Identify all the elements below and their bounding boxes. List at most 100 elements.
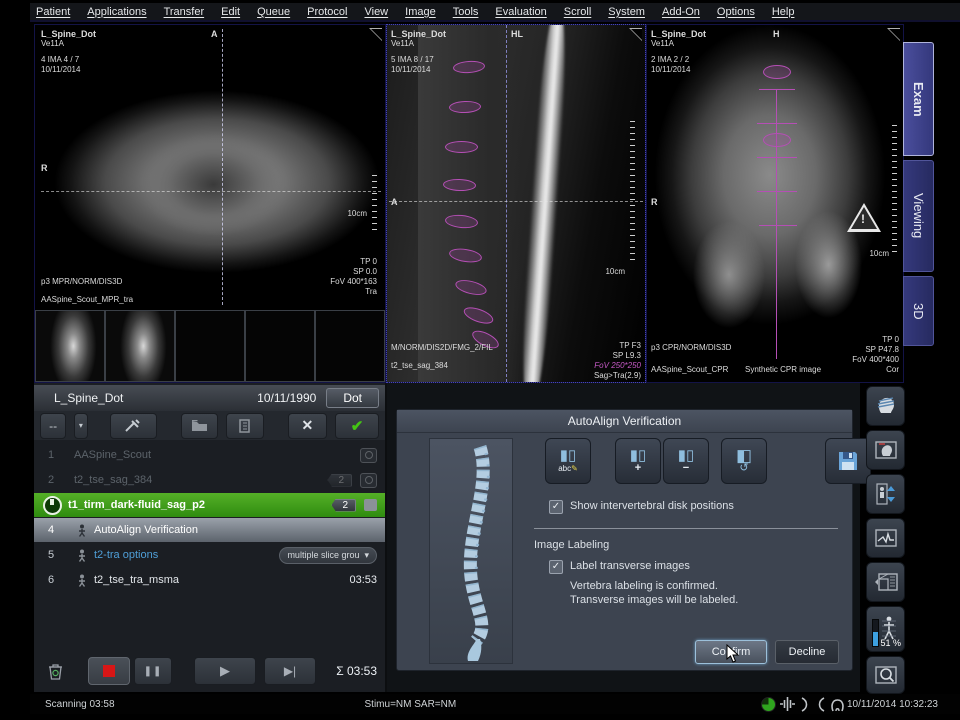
menu-bar: Patient Applications Transfer Edit Queue…: [30, 3, 960, 22]
tab-exam[interactable]: Exam: [903, 42, 934, 156]
reference-line-vertical[interactable]: [506, 25, 507, 382]
play-button[interactable]: ▶: [194, 657, 256, 685]
apply-button[interactable]: ✔: [335, 413, 379, 439]
tp-text: TP 0: [360, 257, 377, 267]
remove-vertebra-button[interactable]: ▮▯ −: [663, 438, 709, 484]
contrast-injection-button[interactable]: [110, 413, 157, 439]
trash-button[interactable]: [42, 663, 68, 680]
menu-tools[interactable]: Tools: [453, 6, 479, 18]
cancel-button[interactable]: ✕: [288, 413, 327, 439]
scale-ruler: [372, 175, 377, 235]
table-position-button[interactable]: [866, 474, 905, 514]
crosshair-vertical[interactable]: [222, 29, 223, 305]
gradient-pulse-icon: [780, 697, 795, 711]
protocol-row-5[interactable]: 5 t2-tra options multiple slice grou ▾: [34, 543, 385, 567]
menu-edit[interactable]: Edit: [221, 6, 240, 18]
label-transverse-checkbox[interactable]: ✓: [549, 560, 563, 574]
protocol-name: t2_tse_tra_msma: [94, 574, 179, 586]
add-vertebra-button[interactable]: ▮▯ +: [615, 438, 661, 484]
program-combo-button[interactable]: --: [40, 413, 66, 439]
close-icon: ✕: [302, 417, 314, 434]
image-date: 10/11/2014: [391, 65, 430, 75]
protocol-row-running[interactable]: t1_tirm_dark-fluid_sag_p2 2: [34, 493, 385, 517]
thumbnail-2[interactable]: [105, 310, 175, 382]
image-date: 10/11/2014: [651, 65, 690, 75]
task-person-icon: [76, 574, 88, 587]
clip-corner-icon[interactable]: [887, 28, 900, 41]
viewport-axial[interactable]: L_Spine_Dot Ve11A 4 IMA 4 / 7 10/11/2014…: [35, 25, 385, 382]
localizer-image-button[interactable]: [866, 430, 905, 470]
sagittal-mri-image[interactable]: [387, 25, 645, 382]
skip-button[interactable]: ▶|: [264, 657, 316, 685]
combo-caret-button[interactable]: ▾: [74, 413, 87, 439]
show-disks-checkbox[interactable]: ✓: [549, 500, 563, 514]
axial-mri-image[interactable]: [35, 25, 385, 310]
thumbnail-5[interactable]: [315, 310, 385, 382]
undo-icon: ↺: [739, 463, 748, 474]
flip-reset-button[interactable]: ◧ ↺: [721, 438, 767, 484]
copy-protocol-button[interactable]: [226, 413, 264, 439]
orientation-top: HL: [511, 29, 523, 39]
stimulation-status: Stimu=NM SAR=NM: [365, 699, 457, 710]
physio-signal-button[interactable]: [866, 518, 905, 558]
menu-options[interactable]: Options: [717, 6, 755, 18]
clip-corner-icon[interactable]: [629, 28, 642, 41]
menu-help[interactable]: Help: [772, 6, 795, 18]
menu-protocol[interactable]: Protocol: [307, 6, 347, 18]
tab-viewing[interactable]: Viewing: [903, 160, 934, 272]
protocol-row-6[interactable]: 6 t2_tse_tra_msma 03:53: [34, 568, 385, 592]
menu-applications[interactable]: Applications: [87, 6, 146, 18]
menu-patient[interactable]: Patient: [36, 6, 70, 18]
orientation-top: H: [773, 29, 780, 39]
protocol-row-1[interactable]: 1 AASpine_Scout: [34, 443, 385, 467]
save-button[interactable]: [825, 438, 871, 484]
thumbnail-4[interactable]: [245, 310, 315, 382]
caret-down-icon: ▾: [364, 550, 369, 561]
open-protocol-button[interactable]: [181, 413, 219, 439]
viewport-coronal[interactable]: L_Spine_Dot Ve11A 2 IMA 2 / 2 10/11/2014…: [647, 25, 903, 382]
patient-bar: L_Spine_Dot 10/11/1990 Dot: [34, 385, 385, 411]
menu-evaluation[interactable]: Evaluation: [495, 6, 546, 18]
head-position-button[interactable]: [866, 386, 905, 426]
pause-button[interactable]: ❚❚: [134, 657, 172, 685]
section-title: Image Labeling: [534, 539, 609, 551]
crosshair-horizontal[interactable]: [41, 191, 381, 192]
menu-transfer[interactable]: Transfer: [164, 6, 205, 18]
image-title: L_Spine_Dot: [41, 29, 96, 39]
menu-scroll[interactable]: Scroll: [564, 6, 592, 18]
confirm-button[interactable]: Confirm: [695, 640, 767, 664]
show-disks-label: Show intervertebral disk positions: [570, 500, 734, 512]
software-version: Ve11A: [651, 39, 674, 49]
clip-corner-icon[interactable]: [369, 28, 382, 41]
menu-addon[interactable]: Add-On: [662, 6, 700, 18]
thumbnail-1[interactable]: [35, 310, 105, 382]
parameter-area: AutoAlign Verification ▮▯ abc✎ ▮▯ + ▮▯: [387, 383, 860, 692]
dot-engine-button[interactable]: Dot: [326, 388, 379, 408]
image-preview-button[interactable]: [866, 656, 905, 694]
ear-right-icon: [815, 697, 827, 712]
vertebra-icon: ▮▯: [630, 449, 647, 463]
thumbnail-3[interactable]: [175, 310, 245, 382]
menu-view[interactable]: View: [364, 6, 388, 18]
protocol-row-selected[interactable]: 4 AutoAlign Verification: [34, 518, 385, 542]
tab-3d[interactable]: 3D: [903, 276, 934, 346]
step-number: 4: [34, 524, 68, 536]
series-text: AASpine_Scout_MPR_tra: [41, 295, 133, 305]
slice-group-dropdown[interactable]: multiple slice grou ▾: [279, 547, 377, 564]
protocol-row-2[interactable]: 2 t2_tse_sag_384 2: [34, 468, 385, 492]
protocol-name: t2_tse_sag_384: [74, 474, 152, 486]
confirmation-message-2: Transverse images will be labeled.: [570, 594, 738, 606]
sar-monitor-button[interactable]: 51 %: [866, 606, 905, 652]
menu-system[interactable]: System: [608, 6, 645, 18]
cpr-centerline[interactable]: [776, 89, 777, 359]
decline-button[interactable]: Decline: [775, 640, 839, 664]
viewport-sagittal[interactable]: L_Spine_Dot Ve11A 5 IMA 8 / 17 10/11/201…: [387, 25, 645, 382]
menu-image[interactable]: Image: [405, 6, 436, 18]
play-icon: ▶: [220, 663, 230, 679]
menu-queue[interactable]: Queue: [257, 6, 290, 18]
edit-labels-button[interactable]: ▮▯ abc✎: [545, 438, 591, 484]
vertebra-icon: ▮▯: [560, 449, 577, 463]
reference-line-horizontal[interactable]: [389, 201, 643, 202]
stop-button[interactable]: [88, 657, 130, 685]
layout-card-button[interactable]: [866, 562, 905, 602]
